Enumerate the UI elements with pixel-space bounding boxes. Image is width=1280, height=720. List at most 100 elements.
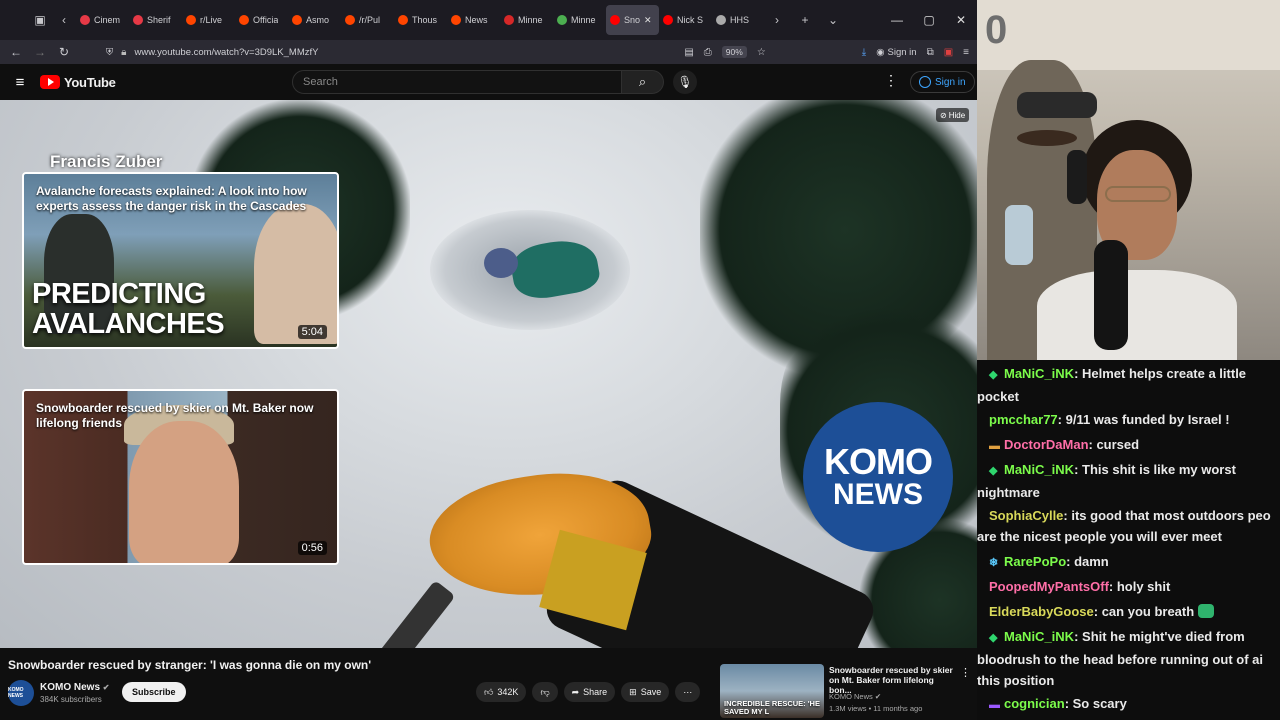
download-icon[interactable]: ⤓ [862, 47, 866, 58]
chat-username[interactable]: PoopedMyPantsOff [989, 579, 1109, 594]
tab-overview-icon[interactable]: ▣ [28, 8, 52, 32]
thumbnail-person [129, 421, 239, 563]
video-actions: 👍︎ 342K 👎︎ ➦ Share ⊞ Save ⋯ [476, 682, 701, 702]
chat-text: : Helmet helps create a little [1074, 366, 1247, 381]
related-title[interactable]: Snowboarder rescued by skier on Mt. Bake… [829, 665, 954, 696]
chat-badge-icon: ❄ [989, 557, 999, 569]
search-input[interactable]: Search [292, 70, 622, 94]
tab-favicon-icon [610, 15, 620, 25]
youtube-signin-button[interactable]: Sign in [910, 71, 975, 93]
screenshot-icon[interactable]: ⎙ [704, 47, 712, 58]
search-button[interactable]: ⌕ [622, 70, 664, 94]
chat-username[interactable]: pmcchar77 [989, 412, 1058, 427]
browser-tab[interactable]: Sno ✕ [606, 5, 659, 35]
browser-tab[interactable]: /r/Pul [341, 5, 394, 35]
chat-message: ElderBabyGoose: can you breath [989, 601, 1279, 622]
tab-favicon-icon [398, 15, 408, 25]
url-text[interactable]: www.youtube.com/watch?v=3D9LK_MMzfY [134, 47, 318, 58]
browser-tab[interactable]: News [447, 5, 500, 35]
tab-favicon-icon [663, 15, 673, 25]
chat-username[interactable]: MaNiC_iNK [1004, 629, 1074, 644]
extension-badge-icon[interactable]: ▣ [944, 47, 953, 58]
tab-label: /r/Pul [359, 15, 381, 25]
browser-tab[interactable]: Nick S [659, 5, 712, 35]
extensions-icon[interactable]: ⧉ [927, 47, 934, 58]
browser-tab[interactable]: Minne [553, 5, 606, 35]
browser-tab[interactable]: Minne [500, 5, 553, 35]
video-player[interactable]: Francis Zuber ⊘ Hide Avalanche forecasts … [0, 100, 977, 648]
background-mustache [1017, 130, 1077, 146]
endcard-video[interactable]: Avalanche forecasts explained: A look in… [22, 172, 339, 349]
maximize-icon[interactable]: ▢ [913, 13, 945, 27]
more-vertical-icon[interactable]: ⋮ [960, 666, 971, 679]
related-thumbnail[interactable]: INCREDIBLE RESCUE: 'HE SAVED MY L [720, 664, 824, 718]
browser-tab[interactable]: Officia [235, 5, 288, 35]
chat-text: : This shit is like my worst [1074, 462, 1236, 477]
hide-endcards-button[interactable]: ⊘ Hide [936, 108, 970, 122]
url-bar[interactable]: ⛨ 🔒︎ www.youtube.com/watch?v=3D9LK_MMzfY [76, 41, 684, 63]
app-menu-icon[interactable]: ≡ [963, 47, 969, 58]
reader-view-icon[interactable]: ▤ [684, 47, 693, 58]
tab-label: Minne [518, 15, 543, 25]
related-video[interactable]: INCREDIBLE RESCUE: 'HE SAVED MY L Snowbo… [720, 664, 971, 720]
lock-icon[interactable]: 🔒︎ [121, 47, 126, 58]
account-icon: ◉ [876, 46, 885, 58]
more-actions-button[interactable]: ⋯ [675, 682, 701, 702]
browser-tab[interactable]: Thous [394, 5, 447, 35]
youtube-logo[interactable]: YouTube [40, 75, 116, 90]
subscribe-button[interactable]: Subscribe [122, 682, 186, 702]
reload-icon[interactable]: ↻ [52, 45, 76, 59]
back-icon[interactable]: ← [4, 45, 28, 59]
save-button[interactable]: ⊞ Save [621, 682, 670, 702]
minimize-icon[interactable]: — [881, 13, 913, 27]
related-channel[interactable]: KOMO News ✔ [829, 692, 881, 701]
chat-username[interactable]: SophiaCylle [989, 508, 1063, 523]
subscriber-count: 384K subscribers [40, 695, 102, 704]
like-button[interactable]: 👍︎ 342K [476, 682, 527, 702]
share-button[interactable]: ➦ Share [563, 682, 616, 702]
browser-signin[interactable]: ◉ Sign in [876, 47, 916, 58]
tab-label: Cinem [94, 15, 121, 25]
tabs-scroll-right-icon[interactable]: › [765, 8, 789, 32]
chat-username[interactable]: DoctorDaMan [1004, 437, 1089, 452]
stream-chat: ◆ MaNiC_iNK: Helmet helps create a little… [977, 360, 1280, 720]
eye-off-icon: ⊘ [940, 110, 947, 120]
channel-avatar[interactable]: KOMO NEWS [8, 680, 34, 706]
chat-text: : its good that most outdoors peo [1063, 508, 1271, 523]
dislike-button[interactable]: 👎︎ [532, 682, 558, 702]
close-window-icon[interactable]: ✕ [945, 13, 977, 27]
tab-favicon-icon [504, 15, 514, 25]
chat-username[interactable]: RarePoPo [1004, 554, 1066, 569]
browser-tab[interactable]: Asmo [288, 5, 341, 35]
tab-list-chevron-icon[interactable]: ⌄ [821, 8, 845, 32]
chat-username[interactable]: MaNiC_iNK [1004, 366, 1074, 381]
microphone [1094, 240, 1128, 350]
more-horizontal-icon: ⋯ [683, 686, 693, 697]
endcard-overlay-text: PREDICTING AVALANCHES [32, 278, 225, 340]
zoom-level[interactable]: 90% [721, 46, 747, 58]
person-icon [919, 76, 931, 88]
webcam-wall [977, 0, 1280, 70]
close-tab-icon[interactable]: ✕ [644, 15, 652, 26]
shield-icon[interactable]: ⛨ [106, 47, 113, 58]
chat-username[interactable]: ElderBabyGoose [989, 604, 1094, 619]
bookmark-star-icon[interactable]: ☆ [757, 47, 766, 58]
chat-username[interactable]: MaNiC_iNK [1004, 462, 1074, 477]
settings-menu-icon[interactable]: ⋮ [884, 72, 898, 89]
browser-tab[interactable]: HHS [712, 5, 765, 35]
voice-search-button[interactable]: 🎙︎ [673, 70, 697, 94]
tab-favicon-icon [133, 15, 143, 25]
tab-favicon-icon [716, 15, 726, 25]
endcard-video[interactable]: Snowboarder rescued by skier on Mt. Bake… [22, 389, 339, 565]
new-tab-icon[interactable]: + [793, 8, 817, 32]
browser-tab[interactable]: Sherif [129, 5, 182, 35]
tabs-scroll-left-icon[interactable]: ‹ [52, 8, 76, 32]
forward-icon[interactable]: → [28, 45, 52, 59]
browser-tab[interactable]: Cinem [76, 5, 129, 35]
browser-tab[interactable]: r/Live [182, 5, 235, 35]
tab-label: HHS [730, 15, 750, 25]
guide-menu-icon[interactable]: ≡ [0, 74, 40, 91]
channel-name[interactable]: KOMO News ✔ [40, 682, 110, 693]
chat-username[interactable]: cognician [1004, 696, 1065, 711]
komo-news-logo[interactable]: KOMO NEWS [803, 402, 953, 552]
